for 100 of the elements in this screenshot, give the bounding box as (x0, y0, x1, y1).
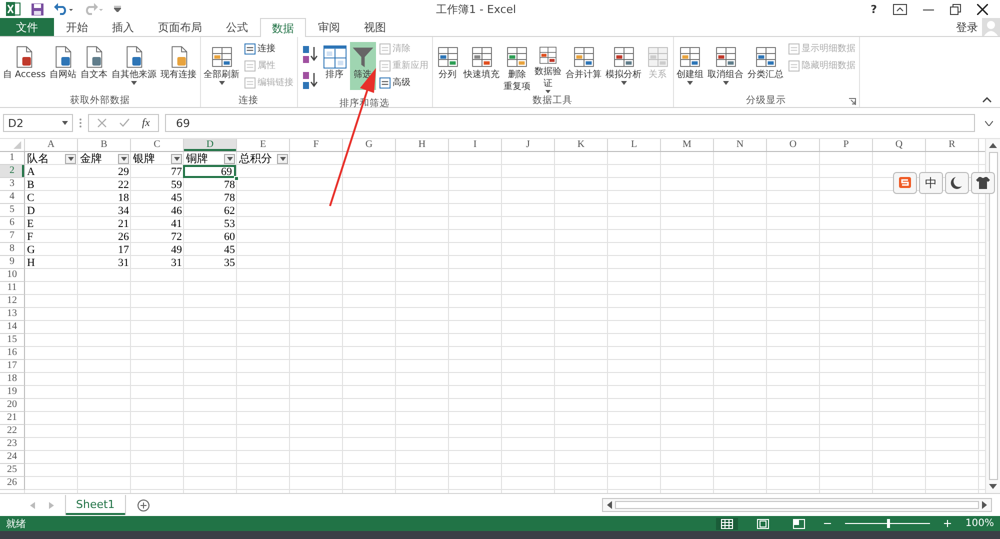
ribbon-tab[interactable]: 公式 (214, 18, 260, 36)
save-icon[interactable] (31, 2, 44, 16)
grid-icon[interactable] (716, 518, 738, 530)
column-header[interactable]: D (184, 139, 237, 151)
table-cell-text: 41 (170, 217, 183, 230)
row-header[interactable]: 13 (0, 308, 25, 321)
row-header[interactable]: 19 (0, 386, 25, 399)
ribbon-tab[interactable]: 插入 (100, 18, 146, 36)
row-header[interactable]: 1 (0, 152, 25, 165)
row-header[interactable]: 2 (0, 165, 25, 178)
dialog-launcher-icon[interactable] (848, 98, 856, 105)
row-header[interactable]: 20 (0, 399, 25, 412)
scroll-left-icon[interactable] (607, 501, 612, 509)
restore-icon[interactable] (950, 4, 961, 14)
row-header[interactable]: 22 (0, 425, 25, 438)
check-icon[interactable] (119, 118, 130, 128)
ribbon-button[interactable]: 数据验 证 (534, 42, 563, 94)
ribbon-button[interactable]: 删除 重复项 (502, 42, 532, 94)
zoom-level[interactable]: 100% (965, 518, 994, 529)
name-box[interactable]: D2 (3, 114, 73, 132)
ribbon-button[interactable]: 现有连接 (160, 42, 198, 90)
table-cell-text: 18 (117, 191, 130, 204)
ribbon-display-icon[interactable] (893, 4, 907, 14)
filter-dropdown-button[interactable] (277, 154, 288, 164)
logo-icon[interactable] (893, 172, 917, 194)
zoom-in-icon[interactable] (944, 520, 952, 527)
table-cell-text: H (26, 256, 36, 269)
ribbon-button[interactable]: 分类汇总 (746, 42, 785, 90)
table-cell-text: 77 (170, 165, 183, 178)
ribbon-button[interactable]: 自其他来源 (110, 42, 158, 90)
ribbon-button[interactable]: 高级 (378, 76, 429, 89)
table-cell-text: B (26, 178, 36, 191)
row-header[interactable]: 16 (0, 347, 25, 360)
close-icon[interactable] (977, 4, 988, 14)
ribbon-tab[interactable]: 数据 (260, 18, 306, 37)
collapse-ribbon-icon[interactable] (982, 97, 992, 103)
zoom-out-icon[interactable] (824, 520, 832, 527)
row-header[interactable]: 12 (0, 295, 25, 308)
ribbon-button[interactable]: 创建组 (676, 42, 705, 90)
status-text: 就绪 (6, 518, 26, 530)
ribbon-button[interactable]: 分列 (434, 42, 461, 90)
ribbon-button[interactable]: 取消组合 (706, 42, 745, 90)
row-header[interactable]: 15 (0, 334, 25, 347)
ribbon-tab[interactable]: 文件 (0, 18, 54, 36)
row-header[interactable]: 4 (0, 191, 25, 204)
filter-dropdown-button[interactable] (118, 154, 129, 164)
ribbon-button[interactable]: 自文本 (80, 42, 109, 90)
help-button[interactable]: ? (870, 2, 877, 16)
fill-handle[interactable] (234, 176, 239, 181)
row-header[interactable]: 25 (0, 464, 25, 477)
ribbon-tab[interactable]: 页面布局 (146, 18, 214, 36)
row-header[interactable]: 9 (0, 256, 25, 269)
row-header[interactable]: 23 (0, 438, 25, 451)
ribbon-tab[interactable]: 视图 (352, 18, 398, 36)
row-header[interactable]: 8 (0, 243, 25, 256)
undo-icon[interactable] (54, 3, 74, 15)
scroll-thumb[interactable] (988, 152, 998, 480)
ribbon-button[interactable]: 排序 (322, 42, 348, 90)
sort-order-icon[interactable] (300, 71, 319, 91)
insert-function-button[interactable]: fx (142, 117, 150, 129)
shirt-icon[interactable] (971, 172, 995, 194)
ribbon-button[interactable]: 快速填充 (462, 42, 501, 90)
moon-icon[interactable] (945, 172, 969, 194)
row-header[interactable]: 24 (0, 451, 25, 464)
input-mode-button[interactable]: 中 (919, 172, 943, 194)
zoom-thumb[interactable] (886, 519, 890, 528)
row-header[interactable]: 11 (0, 282, 25, 295)
row-header[interactable]: 3 (0, 178, 25, 191)
scroll-up-icon[interactable] (989, 143, 997, 148)
ribbon-button[interactable]: 自网站 (48, 42, 78, 90)
row-header[interactable]: 7 (0, 230, 25, 243)
ribbon-button[interactable]: 连接 (244, 42, 294, 55)
scroll-thumb[interactable] (615, 501, 979, 509)
expand-caret-icon[interactable] (985, 120, 993, 126)
sign-in-link[interactable]: 登录 (956, 20, 978, 34)
filter-dropdown-button[interactable] (65, 154, 76, 164)
row-header[interactable]: 21 (0, 412, 25, 425)
scroll-right-icon[interactable] (982, 501, 987, 509)
row-header[interactable]: 17 (0, 360, 25, 373)
row-header[interactable]: 6 (0, 217, 25, 230)
row-header[interactable]: 18 (0, 373, 25, 386)
small-document-icon (244, 60, 256, 72)
row-header[interactable]: 26 (0, 477, 25, 490)
row-header[interactable]: 14 (0, 321, 25, 334)
row-header[interactable]: 10 (0, 269, 25, 282)
row-header[interactable]: 5 (0, 204, 25, 217)
sort-order-icon[interactable] (300, 45, 319, 65)
ribbon-button[interactable]: 模拟分析 (604, 42, 643, 90)
ribbon-tab[interactable]: 审阅 (306, 18, 352, 36)
scroll-down-icon[interactable] (989, 484, 997, 489)
ribbon-button[interactable]: 自 Access (2, 42, 47, 90)
ribbon-button[interactable]: 合并计算 (564, 42, 603, 90)
customize-caret-icon[interactable] (114, 6, 121, 12)
add-sheet-icon[interactable] (136, 498, 150, 512)
filter-dropdown-button[interactable] (171, 154, 182, 164)
caret-icon (68, 156, 74, 160)
formula-input[interactable]: 69 (164, 114, 975, 132)
ribbon-tab[interactable]: 开始 (54, 18, 100, 36)
filter-dropdown-button[interactable] (224, 154, 235, 164)
ribbon-button[interactable]: 全部刷新 (202, 42, 241, 90)
